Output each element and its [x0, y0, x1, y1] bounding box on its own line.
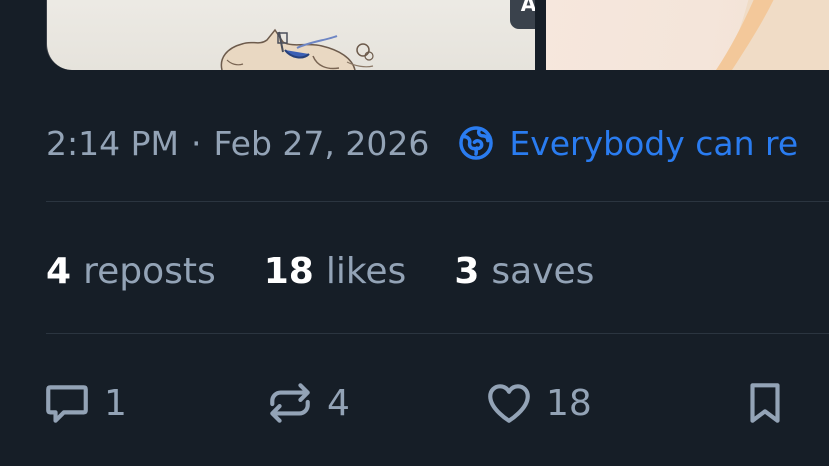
- reposts-label: reposts: [83, 250, 216, 292]
- bookmark-icon: [750, 383, 780, 423]
- post-image-gallery: ALT: [0, 0, 829, 70]
- reply-count: 1: [104, 382, 127, 424]
- saves-label: saves: [491, 250, 595, 292]
- audience-label: Everybody can re: [509, 123, 799, 163]
- post-date: Feb 27, 2026: [213, 123, 430, 163]
- divider-top: [46, 201, 829, 202]
- divider-bottom: [46, 333, 829, 334]
- bookmark-button[interactable]: [740, 372, 802, 434]
- saves-count: 3: [454, 250, 480, 292]
- meta-separator: ·: [190, 123, 202, 163]
- reply-button[interactable]: 1: [42, 372, 127, 434]
- post-action-bar: 1 4 18: [0, 372, 829, 434]
- alt-text-badge[interactable]: ALT: [510, 0, 535, 29]
- post-timestamp-row: 2:14 PM · Feb 27, 2026 Everybody can re: [46, 118, 798, 168]
- likes-stat[interactable]: 18 likes: [264, 251, 407, 292]
- repost-icon: [270, 383, 310, 423]
- like-button[interactable]: 18: [484, 372, 592, 434]
- photo-content: [716, 0, 829, 70]
- repost-count: 4: [327, 382, 350, 424]
- repost-button[interactable]: 4: [265, 372, 350, 434]
- reposts-count: 4: [46, 250, 72, 292]
- post-image-photo[interactable]: [546, 0, 829, 70]
- globe-icon: [459, 126, 494, 160]
- drawing-sketch: [220, 28, 374, 70]
- post-time: 2:14 PM: [46, 123, 179, 163]
- heart-icon: [488, 384, 530, 423]
- audience-setting-link[interactable]: Everybody can re: [457, 124, 798, 163]
- reply-bubble-icon: [46, 385, 88, 423]
- likes-label: likes: [325, 250, 407, 292]
- engagement-stats: 4 reposts 18 likes 3 saves: [46, 244, 642, 298]
- post-image-drawing[interactable]: ALT: [46, 0, 535, 70]
- likes-count: 18: [263, 250, 314, 292]
- saves-stat[interactable]: 3 saves: [454, 251, 594, 292]
- like-count: 18: [546, 382, 592, 424]
- reposts-stat[interactable]: 4 reposts: [46, 251, 216, 292]
